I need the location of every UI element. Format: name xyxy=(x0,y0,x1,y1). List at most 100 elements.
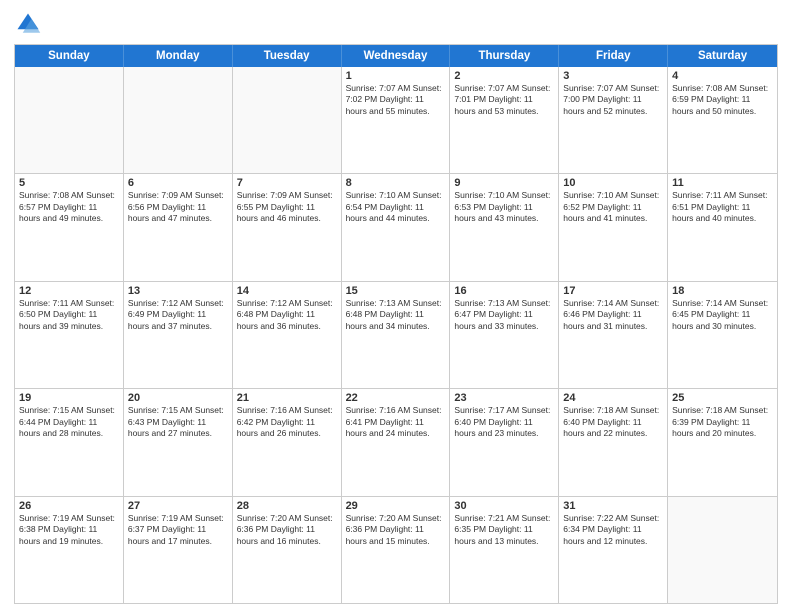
day-info: Sunrise: 7:10 AM Sunset: 6:53 PM Dayligh… xyxy=(454,190,554,224)
day-info: Sunrise: 7:10 AM Sunset: 6:54 PM Dayligh… xyxy=(346,190,446,224)
logo xyxy=(14,10,46,38)
day-number: 9 xyxy=(454,177,554,189)
day-info: Sunrise: 7:07 AM Sunset: 7:01 PM Dayligh… xyxy=(454,83,554,117)
calendar-row-1: 5Sunrise: 7:08 AM Sunset: 6:57 PM Daylig… xyxy=(15,174,777,281)
calendar-body: 1Sunrise: 7:07 AM Sunset: 7:02 PM Daylig… xyxy=(15,67,777,603)
calendar-cell xyxy=(124,67,233,173)
day-number: 2 xyxy=(454,70,554,82)
day-number: 25 xyxy=(672,392,773,404)
calendar-cell: 4Sunrise: 7:08 AM Sunset: 6:59 PM Daylig… xyxy=(668,67,777,173)
calendar-row-4: 26Sunrise: 7:19 AM Sunset: 6:38 PM Dayli… xyxy=(15,497,777,603)
day-info: Sunrise: 7:17 AM Sunset: 6:40 PM Dayligh… xyxy=(454,405,554,439)
weekday-header-tuesday: Tuesday xyxy=(233,45,342,67)
calendar-cell: 3Sunrise: 7:07 AM Sunset: 7:00 PM Daylig… xyxy=(559,67,668,173)
weekday-header-friday: Friday xyxy=(559,45,668,67)
day-info: Sunrise: 7:14 AM Sunset: 6:45 PM Dayligh… xyxy=(672,298,773,332)
day-number: 17 xyxy=(563,285,663,297)
day-number: 20 xyxy=(128,392,228,404)
day-number: 5 xyxy=(19,177,119,189)
weekday-header-wednesday: Wednesday xyxy=(342,45,451,67)
day-info: Sunrise: 7:19 AM Sunset: 6:38 PM Dayligh… xyxy=(19,513,119,547)
page: SundayMondayTuesdayWednesdayThursdayFrid… xyxy=(0,0,792,612)
calendar-cell: 29Sunrise: 7:20 AM Sunset: 6:36 PM Dayli… xyxy=(342,497,451,603)
calendar-cell: 10Sunrise: 7:10 AM Sunset: 6:52 PM Dayli… xyxy=(559,174,668,280)
day-number: 10 xyxy=(563,177,663,189)
calendar-row-2: 12Sunrise: 7:11 AM Sunset: 6:50 PM Dayli… xyxy=(15,282,777,389)
calendar-header: SundayMondayTuesdayWednesdayThursdayFrid… xyxy=(15,45,777,67)
day-number: 22 xyxy=(346,392,446,404)
day-info: Sunrise: 7:07 AM Sunset: 7:00 PM Dayligh… xyxy=(563,83,663,117)
day-number: 11 xyxy=(672,177,773,189)
day-number: 24 xyxy=(563,392,663,404)
calendar-cell: 15Sunrise: 7:13 AM Sunset: 6:48 PM Dayli… xyxy=(342,282,451,388)
day-number: 7 xyxy=(237,177,337,189)
day-info: Sunrise: 7:18 AM Sunset: 6:39 PM Dayligh… xyxy=(672,405,773,439)
day-info: Sunrise: 7:15 AM Sunset: 6:44 PM Dayligh… xyxy=(19,405,119,439)
day-number: 12 xyxy=(19,285,119,297)
day-info: Sunrise: 7:08 AM Sunset: 6:57 PM Dayligh… xyxy=(19,190,119,224)
weekday-header-monday: Monday xyxy=(124,45,233,67)
calendar-cell: 21Sunrise: 7:16 AM Sunset: 6:42 PM Dayli… xyxy=(233,389,342,495)
day-info: Sunrise: 7:13 AM Sunset: 6:48 PM Dayligh… xyxy=(346,298,446,332)
day-number: 21 xyxy=(237,392,337,404)
calendar-cell: 6Sunrise: 7:09 AM Sunset: 6:56 PM Daylig… xyxy=(124,174,233,280)
day-info: Sunrise: 7:10 AM Sunset: 6:52 PM Dayligh… xyxy=(563,190,663,224)
day-info: Sunrise: 7:13 AM Sunset: 6:47 PM Dayligh… xyxy=(454,298,554,332)
calendar-cell: 7Sunrise: 7:09 AM Sunset: 6:55 PM Daylig… xyxy=(233,174,342,280)
day-number: 30 xyxy=(454,500,554,512)
calendar-cell: 2Sunrise: 7:07 AM Sunset: 7:01 PM Daylig… xyxy=(450,67,559,173)
calendar-cell: 23Sunrise: 7:17 AM Sunset: 6:40 PM Dayli… xyxy=(450,389,559,495)
day-info: Sunrise: 7:20 AM Sunset: 6:36 PM Dayligh… xyxy=(346,513,446,547)
day-number: 1 xyxy=(346,70,446,82)
calendar-cell: 14Sunrise: 7:12 AM Sunset: 6:48 PM Dayli… xyxy=(233,282,342,388)
day-info: Sunrise: 7:12 AM Sunset: 6:49 PM Dayligh… xyxy=(128,298,228,332)
calendar-cell: 1Sunrise: 7:07 AM Sunset: 7:02 PM Daylig… xyxy=(342,67,451,173)
day-info: Sunrise: 7:15 AM Sunset: 6:43 PM Dayligh… xyxy=(128,405,228,439)
calendar-cell xyxy=(233,67,342,173)
calendar-cell: 24Sunrise: 7:18 AM Sunset: 6:40 PM Dayli… xyxy=(559,389,668,495)
calendar-cell: 9Sunrise: 7:10 AM Sunset: 6:53 PM Daylig… xyxy=(450,174,559,280)
calendar-cell: 30Sunrise: 7:21 AM Sunset: 6:35 PM Dayli… xyxy=(450,497,559,603)
day-info: Sunrise: 7:22 AM Sunset: 6:34 PM Dayligh… xyxy=(563,513,663,547)
calendar-cell xyxy=(15,67,124,173)
calendar-cell: 16Sunrise: 7:13 AM Sunset: 6:47 PM Dayli… xyxy=(450,282,559,388)
day-number: 13 xyxy=(128,285,228,297)
day-number: 29 xyxy=(346,500,446,512)
day-info: Sunrise: 7:16 AM Sunset: 6:41 PM Dayligh… xyxy=(346,405,446,439)
calendar-cell: 17Sunrise: 7:14 AM Sunset: 6:46 PM Dayli… xyxy=(559,282,668,388)
day-info: Sunrise: 7:21 AM Sunset: 6:35 PM Dayligh… xyxy=(454,513,554,547)
calendar-cell: 5Sunrise: 7:08 AM Sunset: 6:57 PM Daylig… xyxy=(15,174,124,280)
day-number: 23 xyxy=(454,392,554,404)
day-info: Sunrise: 7:07 AM Sunset: 7:02 PM Dayligh… xyxy=(346,83,446,117)
calendar-cell: 13Sunrise: 7:12 AM Sunset: 6:49 PM Dayli… xyxy=(124,282,233,388)
calendar-cell: 8Sunrise: 7:10 AM Sunset: 6:54 PM Daylig… xyxy=(342,174,451,280)
weekday-header-thursday: Thursday xyxy=(450,45,559,67)
calendar-cell: 31Sunrise: 7:22 AM Sunset: 6:34 PM Dayli… xyxy=(559,497,668,603)
calendar-cell: 12Sunrise: 7:11 AM Sunset: 6:50 PM Dayli… xyxy=(15,282,124,388)
day-number: 16 xyxy=(454,285,554,297)
day-number: 28 xyxy=(237,500,337,512)
day-info: Sunrise: 7:09 AM Sunset: 6:55 PM Dayligh… xyxy=(237,190,337,224)
day-number: 15 xyxy=(346,285,446,297)
calendar: SundayMondayTuesdayWednesdayThursdayFrid… xyxy=(14,44,778,604)
calendar-cell: 20Sunrise: 7:15 AM Sunset: 6:43 PM Dayli… xyxy=(124,389,233,495)
day-info: Sunrise: 7:19 AM Sunset: 6:37 PM Dayligh… xyxy=(128,513,228,547)
day-number: 6 xyxy=(128,177,228,189)
calendar-cell: 25Sunrise: 7:18 AM Sunset: 6:39 PM Dayli… xyxy=(668,389,777,495)
calendar-cell: 11Sunrise: 7:11 AM Sunset: 6:51 PM Dayli… xyxy=(668,174,777,280)
day-number: 19 xyxy=(19,392,119,404)
header xyxy=(14,10,778,38)
day-number: 4 xyxy=(672,70,773,82)
calendar-row-0: 1Sunrise: 7:07 AM Sunset: 7:02 PM Daylig… xyxy=(15,67,777,174)
calendar-cell: 18Sunrise: 7:14 AM Sunset: 6:45 PM Dayli… xyxy=(668,282,777,388)
day-info: Sunrise: 7:20 AM Sunset: 6:36 PM Dayligh… xyxy=(237,513,337,547)
weekday-header-saturday: Saturday xyxy=(668,45,777,67)
calendar-border: SundayMondayTuesdayWednesdayThursdayFrid… xyxy=(14,44,778,604)
logo-icon xyxy=(14,10,42,38)
day-info: Sunrise: 7:18 AM Sunset: 6:40 PM Dayligh… xyxy=(563,405,663,439)
day-number: 14 xyxy=(237,285,337,297)
calendar-cell xyxy=(668,497,777,603)
calendar-cell: 19Sunrise: 7:15 AM Sunset: 6:44 PM Dayli… xyxy=(15,389,124,495)
calendar-cell: 22Sunrise: 7:16 AM Sunset: 6:41 PM Dayli… xyxy=(342,389,451,495)
calendar-row-3: 19Sunrise: 7:15 AM Sunset: 6:44 PM Dayli… xyxy=(15,389,777,496)
